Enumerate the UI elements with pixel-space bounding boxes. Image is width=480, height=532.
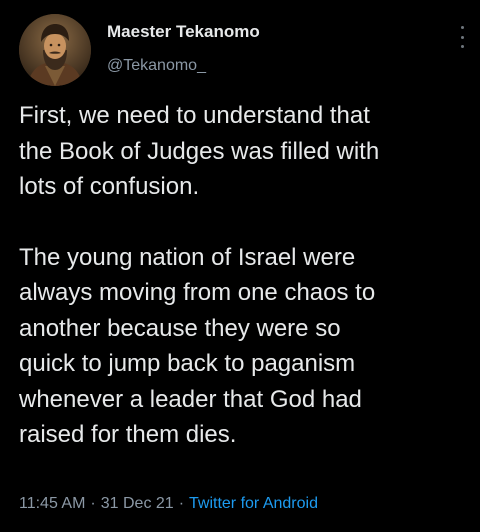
tweet-paragraph: The young nation of Israel were always m… [19, 243, 376, 449]
tweet: Maester Tekanomo @Tekanomo_ First, we ne… [0, 0, 480, 532]
tweet-metadata: 11:45 AM · 31 Dec 21 · Twitter for Android [19, 494, 318, 514]
meta-separator: · [90, 495, 96, 512]
tweet-paragraph: First, we need to understand that the Bo… [19, 102, 380, 200]
more-options-icon[interactable] [458, 26, 466, 48]
meta-separator: · [178, 495, 185, 512]
tweet-text: First, we need to understand that the Bo… [19, 98, 474, 453]
tweet-time[interactable]: 11:45 AM [19, 495, 85, 512]
avatar[interactable] [19, 14, 91, 86]
display-name[interactable]: Maester Tekanomo [107, 21, 260, 43]
tweet-date[interactable]: 31 Dec 21 [101, 495, 174, 512]
tweet-source-link[interactable]: Twitter for Android [189, 495, 318, 512]
user-handle[interactable]: @Tekanomo_ [107, 56, 206, 76]
portrait-avatar-icon [19, 14, 91, 86]
